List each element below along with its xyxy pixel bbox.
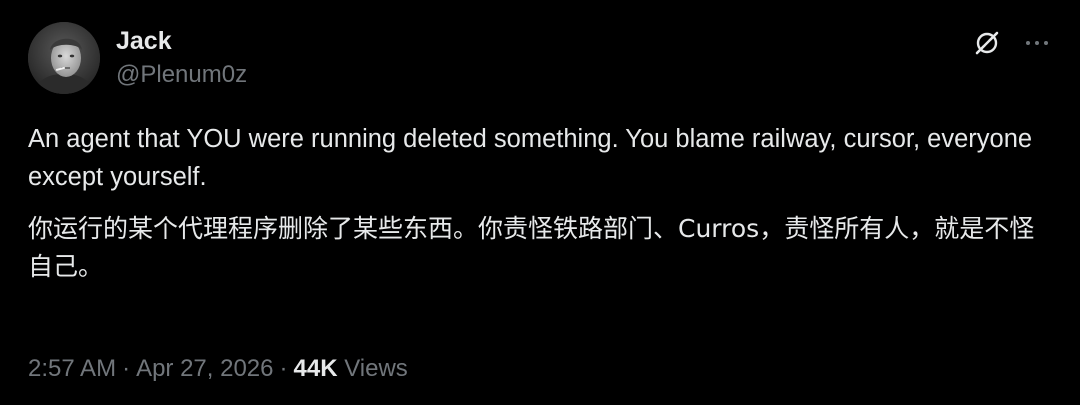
- user-handle[interactable]: @Plenum0z: [116, 58, 247, 92]
- avatar[interactable]: [28, 22, 100, 94]
- tweet-text-chinese: 你运行的某个代理程序删除了某些东西。你责怪铁路部门、Curros，责怪所有人，就…: [28, 214, 1035, 281]
- more-horizontal-icon[interactable]: [1022, 28, 1052, 58]
- display-name[interactable]: Jack: [116, 24, 247, 58]
- views-count: 44K: [293, 355, 338, 382]
- profile-photo-icon: [28, 22, 100, 94]
- author-names: Jack @Plenum0z: [116, 24, 247, 92]
- tweet-text-english: An agent that YOU were running deleted s…: [28, 125, 1033, 191]
- tweet-header: Jack @Plenum0z: [28, 22, 1052, 96]
- grok-icon[interactable]: [972, 28, 1002, 58]
- meta-separator: ·: [279, 355, 288, 382]
- tweet-time[interactable]: 2:57 AM: [28, 355, 116, 382]
- tweet-meta: 2:57 AM · Apr 27, 2026 · 44K Views: [28, 350, 408, 388]
- views-label: Views: [344, 355, 408, 382]
- tweet-body: An agent that YOU were running deleted s…: [28, 120, 1052, 300]
- tweet-date[interactable]: Apr 27, 2026: [136, 355, 273, 382]
- tweet-actions: [972, 26, 1052, 60]
- tweet-card: Jack @Plenum0z An agent that YOU were ru…: [0, 0, 1080, 405]
- meta-separator: ·: [122, 355, 131, 382]
